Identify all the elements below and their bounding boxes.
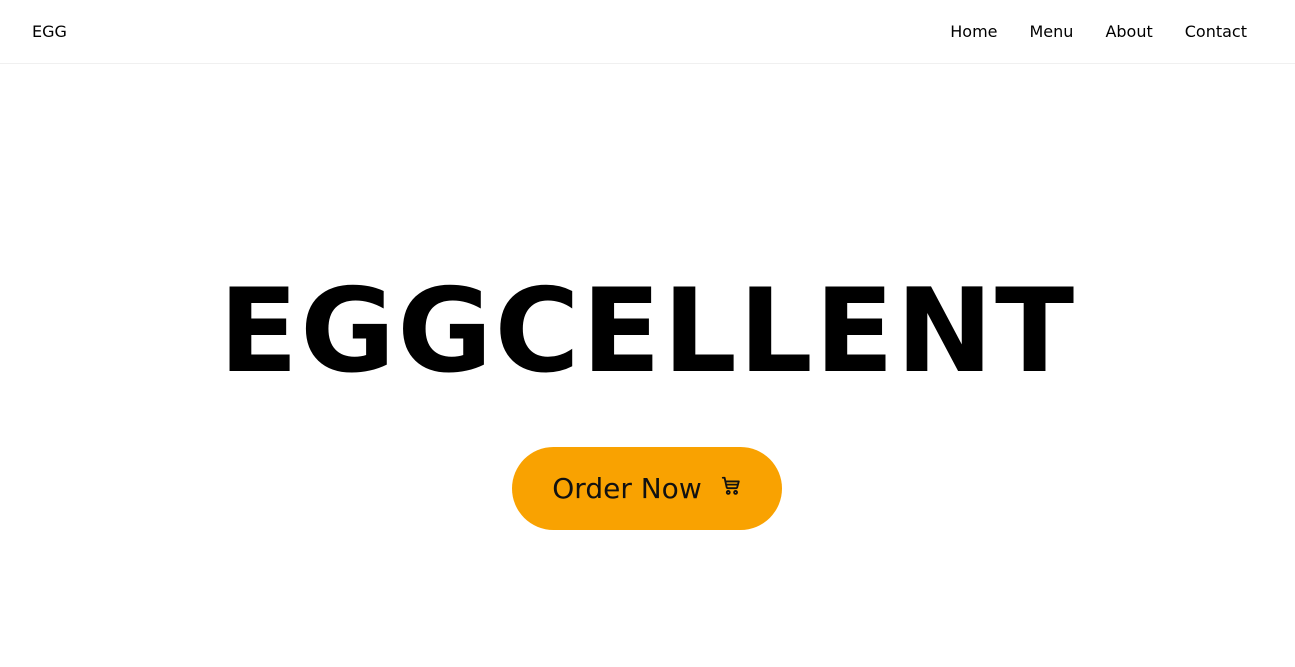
nav-link-home[interactable]: Home xyxy=(950,22,997,42)
top-navbar: EGG Home Menu About Contact xyxy=(0,0,1295,64)
nav-links: Home Menu About Contact xyxy=(950,22,1247,42)
brand-logo-link[interactable]: EGG xyxy=(32,22,67,42)
nav-link-menu[interactable]: Menu xyxy=(1030,22,1074,42)
hero-section: EGGCELLENT Order Now xyxy=(0,64,1295,667)
order-now-label: Order Now xyxy=(552,471,702,505)
shopping-cart-icon xyxy=(720,475,742,497)
nav-link-about[interactable]: About xyxy=(1105,22,1152,42)
order-now-button[interactable]: Order Now xyxy=(512,447,782,530)
hero-title: EGGCELLENT xyxy=(218,264,1077,399)
nav-link-contact[interactable]: Contact xyxy=(1185,22,1247,42)
